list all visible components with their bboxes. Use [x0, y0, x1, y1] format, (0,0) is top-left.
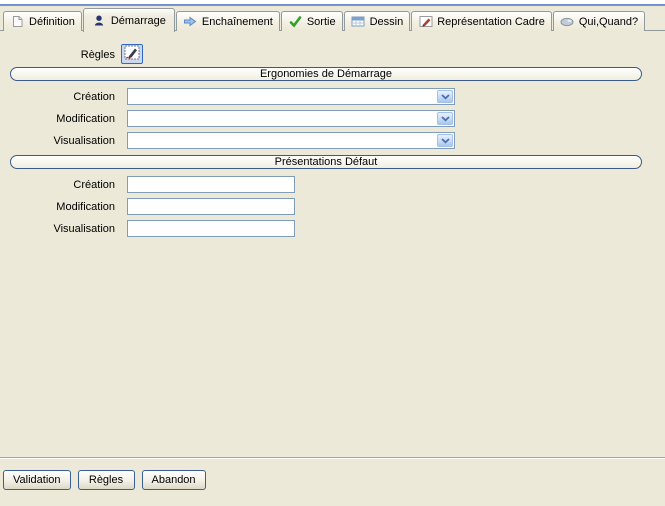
combobox-value — [131, 90, 434, 103]
chevron-down-icon[interactable] — [437, 112, 453, 125]
tab-definition[interactable]: Définition — [3, 11, 82, 31]
tab-label: Sortie — [307, 16, 336, 28]
creation-input[interactable] — [127, 176, 295, 193]
modification-label: Modification — [0, 201, 115, 213]
dialog-window: Définition Démarrage Enchaînement — [0, 0, 665, 506]
footer-buttons: Validation Règles Abandon — [3, 470, 206, 490]
visualisation-label: Visualisation — [0, 135, 115, 147]
rules-label: Règles — [0, 49, 115, 61]
tab-label: Représentation Cadre — [437, 16, 545, 28]
signature-pen-icon — [124, 45, 140, 63]
tab-label: Démarrage — [111, 15, 166, 27]
document-icon — [10, 15, 25, 28]
footer-divider — [0, 457, 665, 459]
abandon-button[interactable]: Abandon — [142, 470, 206, 490]
chevron-down-icon[interactable] — [437, 134, 453, 147]
creation-label: Création — [0, 179, 115, 191]
tab-demarrage[interactable]: Démarrage — [83, 8, 175, 32]
check-icon — [288, 15, 303, 28]
tab-label: Dessin — [370, 16, 404, 28]
top-accent-line — [0, 4, 665, 6]
tab-label: Qui,Quand? — [579, 16, 638, 28]
modification-label: Modification — [0, 113, 115, 125]
combobox-value — [131, 134, 434, 147]
table-icon — [351, 15, 366, 28]
group-bar-ergonomies: Ergonomies de Démarrage — [10, 67, 642, 81]
modification-input[interactable] — [127, 198, 295, 215]
visualisation-combobox[interactable] — [127, 132, 455, 149]
tab-representation-cadre[interactable]: Représentation Cadre — [411, 11, 552, 31]
validation-button[interactable]: Validation — [3, 470, 71, 490]
person-icon — [92, 14, 107, 27]
creation-label: Création — [0, 91, 115, 103]
pen-icon — [418, 15, 433, 28]
tab-bar: Définition Démarrage Enchaînement — [3, 7, 646, 31]
visualisation-label: Visualisation — [0, 223, 115, 235]
combobox-value — [131, 112, 434, 125]
clock-icon — [560, 15, 575, 28]
tab-label: Enchaînement — [202, 16, 273, 28]
rules-button[interactable]: Règles — [78, 470, 135, 490]
tab-enchainement[interactable]: Enchaînement — [176, 11, 280, 31]
tab-label: Définition — [29, 16, 75, 28]
tab-dessin[interactable]: Dessin — [344, 11, 411, 31]
tab-sortie[interactable]: Sortie — [281, 11, 343, 31]
group-bar-presentations: Présentations Défaut — [10, 155, 642, 169]
chevron-down-icon[interactable] — [437, 90, 453, 103]
tab-qui-quand[interactable]: Qui,Quand? — [553, 11, 645, 31]
visualisation-input[interactable] — [127, 220, 295, 237]
arrow-right-icon — [183, 15, 198, 28]
modification-combobox[interactable] — [127, 110, 455, 127]
rules-tool-button[interactable] — [121, 44, 143, 64]
creation-combobox[interactable] — [127, 88, 455, 105]
